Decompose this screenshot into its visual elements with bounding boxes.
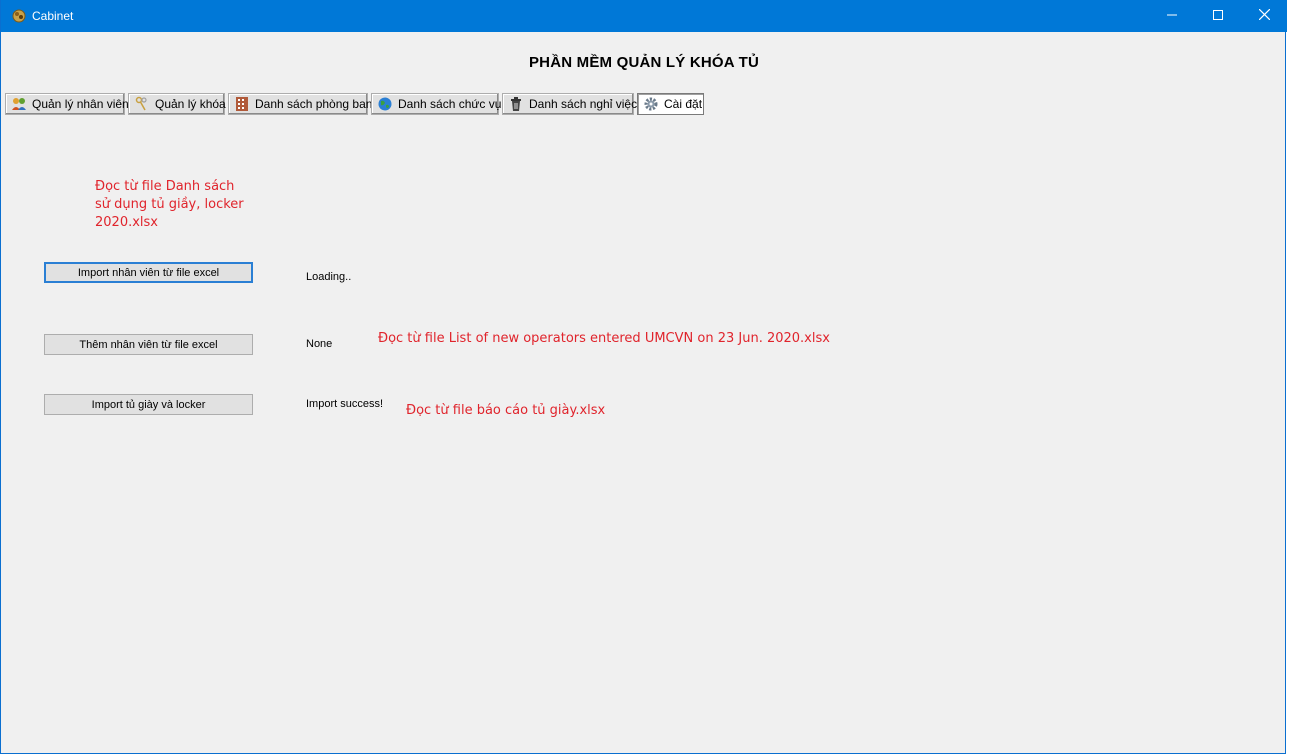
tab-label: Danh sách chức vụ (398, 97, 502, 111)
maximize-icon (1213, 7, 1223, 25)
note-line: Đọc từ file Danh sách (95, 179, 235, 194)
tab-label: Danh sách phòng ban (255, 97, 373, 111)
building-icon (234, 96, 250, 112)
import-lockers-status: Import success! (306, 398, 384, 410)
add-employees-status: None (306, 338, 333, 350)
add-employees-button[interactable]: Thêm nhân viên từ file excel (44, 334, 253, 355)
tab-quan-ly-nhan-vien[interactable]: Quản lý nhân viên (5, 93, 129, 115)
keys-icon (134, 96, 150, 112)
people-icon (11, 96, 27, 112)
import-employees-status: Loading.. (306, 271, 352, 283)
gear-icon (643, 96, 659, 112)
note-line: 2020.xlsx (95, 215, 158, 230)
note-locker-report-file: Đọc từ file báo cáo tủ giày.xlsx (406, 403, 606, 418)
note-new-operators-file: Đọc từ file List of new operators entere… (378, 331, 830, 346)
tab-label: Quản lý nhân viên (32, 97, 129, 111)
tab-quan-ly-khoa[interactable]: Quản lý khóa (128, 93, 226, 115)
import-employees-button[interactable]: Import nhân viên từ file excel (44, 262, 253, 283)
tab-cai-dat[interactable]: Cài đặt (637, 93, 704, 115)
trash-icon (508, 96, 524, 112)
tab-label: Cài đặt (664, 97, 703, 111)
close-icon (1258, 7, 1270, 25)
app-window: Cabinet PHẦN MỀM QUẢN LÝ KHÓA TỦ Quản lý (0, 0, 1287, 754)
import-lockers-button[interactable]: Import tủ giày và locker (44, 394, 253, 415)
minimize-button[interactable] (1149, 0, 1195, 32)
tab-danh-sach-nghi-viec[interactable]: Danh sách nghỉ việc (502, 93, 638, 115)
minimize-icon (1167, 7, 1177, 25)
tab-label: Quản lý khóa (155, 97, 226, 111)
close-button[interactable] (1241, 0, 1287, 32)
maximize-button[interactable] (1195, 0, 1241, 32)
tab-danh-sach-chuc-vu[interactable]: Danh sách chức vụ (371, 93, 502, 115)
title-bar[interactable]: Cabinet (1, 0, 1287, 32)
note-line: sử dụng tủ giầy, locker (95, 197, 244, 212)
page-title: PHẦN MỀM QUẢN LÝ KHÓA TỦ (528, 54, 760, 71)
globe-icon (377, 96, 393, 112)
window-title: Cabinet (32, 9, 74, 23)
tab-label: Danh sách nghỉ việc (529, 97, 638, 111)
tab-danh-sach-phong-ban[interactable]: Danh sách phòng ban (228, 93, 372, 115)
note-danh-sach-file: Đọc từ file Danh sách sử dụng tủ giầy, l… (95, 178, 244, 232)
cabinet-app-icon (12, 9, 26, 23)
